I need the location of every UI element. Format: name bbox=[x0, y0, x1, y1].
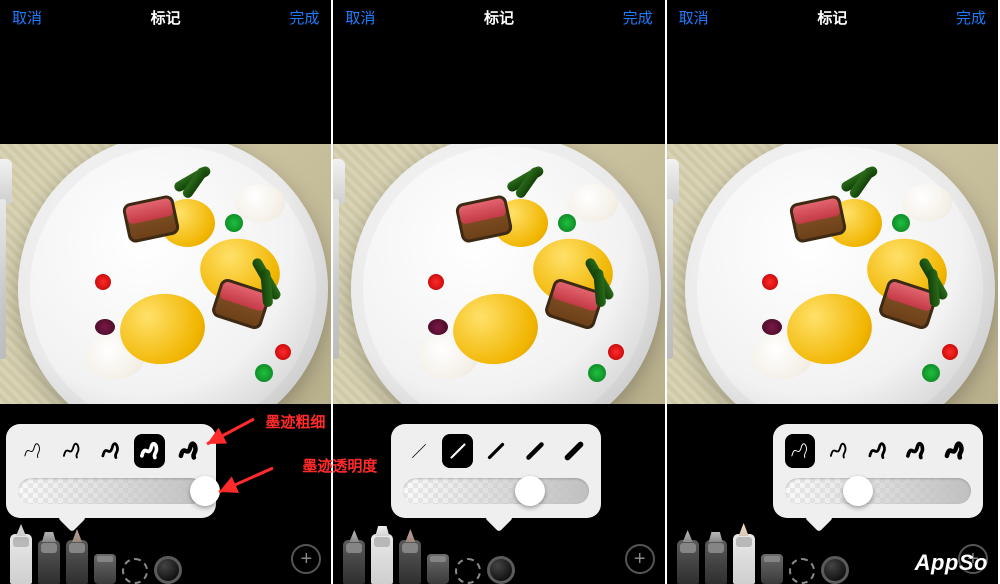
color-well[interactable] bbox=[821, 556, 849, 584]
stroke-weight-option-0[interactable] bbox=[403, 434, 434, 468]
add-shape-button[interactable]: + bbox=[291, 544, 321, 574]
markup-header: 取消 标记 完成 bbox=[667, 0, 998, 34]
panel-1: 取消 标记 完成 .popover[style*="left:6px"]::af… bbox=[0, 0, 333, 584]
panel-2: 取消 标记 完成 .popover[style*="left:58px"]::a… bbox=[333, 0, 666, 584]
opacity-slider[interactable] bbox=[785, 478, 971, 504]
add-shape-button[interactable]: + bbox=[625, 544, 655, 574]
marker-tool[interactable] bbox=[371, 534, 393, 584]
stroke-weight-option-1[interactable] bbox=[823, 434, 854, 468]
opacity-slider[interactable] bbox=[18, 478, 204, 504]
cancel-button[interactable]: 取消 bbox=[345, 7, 375, 28]
opacity-slider[interactable] bbox=[403, 478, 589, 504]
stroke-settings-popover: .popover[style*="left:6px"]::after{left:… bbox=[6, 424, 216, 518]
stroke-settings-popover: .popover[style*="left:58px"]::after{left… bbox=[391, 424, 601, 518]
stroke-weight-option-2[interactable] bbox=[862, 434, 893, 468]
pencil-tool[interactable] bbox=[66, 540, 88, 584]
eraser-tool[interactable] bbox=[761, 554, 783, 584]
edited-photo bbox=[333, 144, 664, 404]
stroke-weight-option-0[interactable] bbox=[785, 434, 816, 468]
stroke-weight-option-0[interactable] bbox=[18, 434, 49, 468]
pencil-tool[interactable] bbox=[733, 534, 755, 584]
arrow-thickness-icon bbox=[199, 414, 259, 454]
annotation-opacity: 墨迹透明度 bbox=[302, 455, 377, 476]
stroke-settings-popover: .popover[style*="left:106px"]::after{lef… bbox=[773, 424, 983, 518]
cancel-button[interactable]: 取消 bbox=[12, 7, 42, 28]
stroke-weight-option-1[interactable] bbox=[57, 434, 88, 468]
stroke-weight-option-3[interactable] bbox=[134, 434, 165, 468]
edited-photo bbox=[667, 144, 998, 404]
opacity-slider-thumb[interactable] bbox=[843, 476, 873, 506]
watermark: AppSo bbox=[915, 550, 988, 576]
stroke-weight-option-4[interactable] bbox=[940, 434, 971, 468]
stroke-weight-option-4[interactable] bbox=[559, 434, 590, 468]
cancel-button[interactable]: 取消 bbox=[679, 7, 709, 28]
screen-title: 标记 bbox=[484, 7, 514, 28]
panel-3: 取消 标记 完成 .popover[style*="left:106px"]::… bbox=[667, 0, 1000, 584]
lasso-tool[interactable] bbox=[122, 558, 148, 584]
eraser-tool[interactable] bbox=[427, 554, 449, 584]
pen-tool[interactable] bbox=[10, 534, 32, 584]
eraser-tool[interactable] bbox=[94, 554, 116, 584]
done-button[interactable]: 完成 bbox=[623, 7, 653, 28]
stroke-weight-row bbox=[403, 434, 589, 468]
stroke-weight-row bbox=[785, 434, 971, 468]
stroke-weight-row bbox=[18, 434, 204, 468]
color-well[interactable] bbox=[487, 556, 515, 584]
screen-title: 标记 bbox=[151, 7, 181, 28]
stroke-weight-option-2[interactable] bbox=[96, 434, 127, 468]
markup-header: 取消 标记 完成 bbox=[333, 0, 664, 34]
marker-tool[interactable] bbox=[705, 540, 727, 584]
markup-header: 取消 标记 完成 bbox=[0, 0, 331, 34]
pencil-tool[interactable] bbox=[399, 540, 421, 584]
annotation-thickness: 墨迹粗细 bbox=[265, 411, 325, 432]
edited-photo bbox=[0, 144, 331, 404]
done-button[interactable]: 完成 bbox=[956, 7, 986, 28]
pen-tool[interactable] bbox=[677, 540, 699, 584]
markup-toolbar: + bbox=[0, 534, 331, 584]
pen-tool[interactable] bbox=[343, 540, 365, 584]
screen-title: 标记 bbox=[817, 7, 847, 28]
stroke-weight-option-3[interactable] bbox=[520, 434, 551, 468]
lasso-tool[interactable] bbox=[455, 558, 481, 584]
stroke-weight-option-3[interactable] bbox=[901, 434, 932, 468]
lasso-tool[interactable] bbox=[789, 558, 815, 584]
marker-tool[interactable] bbox=[38, 540, 60, 584]
markup-toolbar: + bbox=[333, 534, 664, 584]
stroke-weight-option-1[interactable] bbox=[442, 434, 473, 468]
done-button[interactable]: 完成 bbox=[289, 7, 319, 28]
opacity-slider-thumb[interactable] bbox=[515, 476, 545, 506]
stroke-weight-option-2[interactable] bbox=[481, 434, 512, 468]
color-well[interactable] bbox=[154, 556, 182, 584]
arrow-opacity-icon bbox=[209, 462, 279, 502]
